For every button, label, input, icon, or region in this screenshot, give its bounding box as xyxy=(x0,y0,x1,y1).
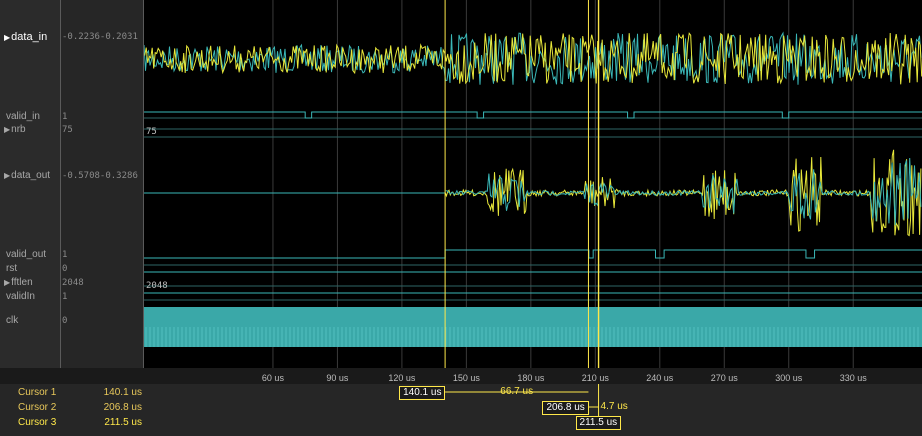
signal-name-valid-out[interactable]: valid_out xyxy=(6,249,46,260)
signal-name-valid-in[interactable]: valid_in xyxy=(6,111,40,122)
expand-arrow-icon[interactable]: ▶ xyxy=(4,33,10,42)
cursor-1-label[interactable]: Cursor 1 xyxy=(18,387,56,398)
signal-value-data-in: -0.2236-0.2031 xyxy=(62,32,138,42)
signal-name-data-out[interactable]: ▶data_out xyxy=(4,170,50,181)
clk-trace xyxy=(144,307,922,347)
signal-name-rst[interactable]: rst xyxy=(6,263,17,274)
expand-arrow-icon[interactable]: ▶ xyxy=(4,278,10,287)
signal-name-data-in[interactable]: ▶data_in xyxy=(4,31,47,43)
expand-arrow-icon[interactable]: ▶ xyxy=(4,171,10,180)
signal-name-nrb[interactable]: ▶nrb xyxy=(4,124,26,135)
signal-value-nrb: 75 xyxy=(62,125,73,135)
valid-out-trace xyxy=(144,249,922,259)
signal-name-panel xyxy=(0,0,60,368)
signal-value-panel xyxy=(61,0,143,368)
signal-value-fftlen: 2048 xyxy=(62,278,84,288)
tick-label: 60 us xyxy=(261,373,284,383)
expand-arrow-icon[interactable]: ▶ xyxy=(4,125,10,134)
tick-label: 330 us xyxy=(839,373,867,383)
tick-label: 210 us xyxy=(581,373,609,383)
signal-value-data-out: -0.5708-0.3286 xyxy=(62,171,138,181)
cursor-1-value: 140.1 us xyxy=(103,387,142,398)
cursor-2-value: 206.8 us xyxy=(103,402,142,413)
cursor-2-label[interactable]: Cursor 2 xyxy=(18,402,56,413)
data-out-trace-yellow xyxy=(444,149,922,237)
cursor-3-flag[interactable]: 211.5 us xyxy=(575,416,622,430)
bus-value-nrb: 75 xyxy=(146,127,157,137)
tick-label: 240 us xyxy=(646,373,674,383)
tick-label: 120 us xyxy=(388,373,416,383)
signal-name-validin[interactable]: validIn xyxy=(6,291,35,302)
cursor-2-flag[interactable]: 206.8 us xyxy=(542,401,589,415)
signal-value-valid-out: 1 xyxy=(62,250,68,260)
signal-name-fftlen[interactable]: ▶fftlen xyxy=(4,277,33,288)
signal-value-rst: 0 xyxy=(62,264,68,274)
tick-label: 300 us xyxy=(775,373,803,383)
bus-value-fftlen: 2048 xyxy=(146,281,168,291)
signal-value-clk: 0 xyxy=(62,316,68,326)
tick-label: 90 us xyxy=(326,373,349,383)
cursor-3-label[interactable]: Cursor 3 xyxy=(18,417,56,428)
cursor-delta-2-3: 4.7 us xyxy=(600,401,628,412)
signal-value-valid-in: 1 xyxy=(62,112,68,122)
signal-value-validin: 1 xyxy=(62,292,68,302)
cursor-1-flag[interactable]: 140.1 us xyxy=(399,386,446,400)
valid-in-trace xyxy=(144,111,922,119)
data-in-trace-yellow xyxy=(144,32,922,85)
cursor-delta-1-2: 66.7 us xyxy=(500,386,534,397)
tick-label: 270 us xyxy=(710,373,738,383)
signal-name-clk[interactable]: clk xyxy=(6,315,18,326)
cursor-3-value: 211.5 us xyxy=(104,417,142,428)
waveform-area[interactable]: 75 2048 xyxy=(144,0,922,368)
tick-label: 180 us xyxy=(517,373,545,383)
tick-label: 150 us xyxy=(452,373,480,383)
